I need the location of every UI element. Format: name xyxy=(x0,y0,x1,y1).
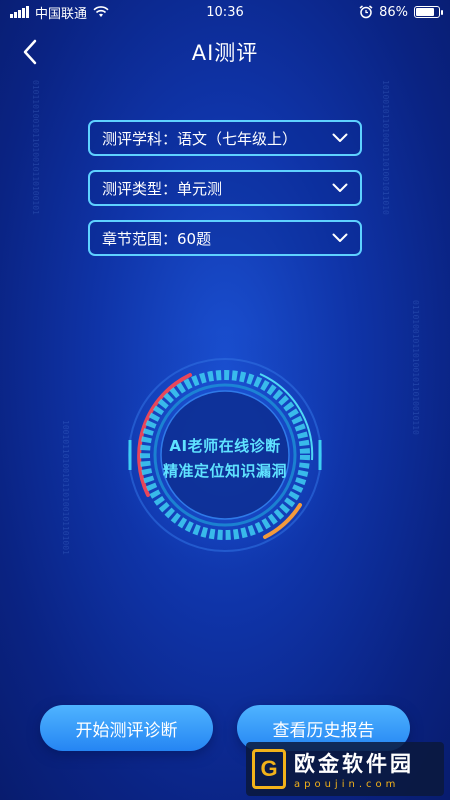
chapter-selector[interactable]: 章节范围： 60题 xyxy=(88,220,362,256)
selector-label: 测评类型： xyxy=(102,179,178,198)
selector-label: 章节范围： xyxy=(102,229,178,248)
background-digit-stream: 0110100101101001011010010110 xyxy=(411,300,420,435)
watermark-url: apoujin.com xyxy=(294,779,400,790)
watermark-logo-icon: G xyxy=(252,749,286,789)
chevron-down-icon xyxy=(332,233,348,242)
chevron-down-icon xyxy=(332,183,348,192)
background-digit-stream: 1001011010010110100101101001 xyxy=(61,420,70,555)
chevron-left-icon xyxy=(23,39,37,65)
battery-icon xyxy=(414,6,443,18)
watermark-title: 欧金软件园 xyxy=(294,752,414,776)
start-diagnosis-button[interactable]: 开始测评诊断 xyxy=(40,705,213,751)
page-title: AI测评 xyxy=(191,41,259,65)
subject-selector[interactable]: 测评学科： 语文（七年级上） xyxy=(88,120,362,156)
dial-line-2: 精准定位知识漏洞 xyxy=(162,462,287,480)
signal-icon xyxy=(10,6,29,18)
battery-percent: 86% xyxy=(379,4,408,20)
chevron-down-icon xyxy=(332,133,348,142)
header: AI测评 xyxy=(0,24,450,80)
selector-label: 测评学科： xyxy=(102,129,178,148)
background-digit-stream: 0101101001011010010110100101 xyxy=(31,80,40,215)
selector-value: 语文（七年级上） xyxy=(177,129,298,148)
battery-fill xyxy=(416,8,435,16)
selector-value: 60题 xyxy=(177,229,212,248)
alarm-clock-icon xyxy=(359,5,373,19)
watermark: G 欧金软件园 apoujin.com xyxy=(246,742,444,796)
ai-diagnosis-dial: AI老师在线诊断 精准定位知识漏洞 xyxy=(100,330,350,580)
wifi-icon xyxy=(93,6,109,17)
carrier-name: 中国联通 xyxy=(35,6,88,22)
background-digit-stream: 1010010110100101101001011010 xyxy=(381,80,390,215)
type-selector[interactable]: 测评类型： 单元测 xyxy=(88,170,362,206)
back-button[interactable] xyxy=(10,32,50,72)
status-bar: 中国联通 10:36 86% xyxy=(0,0,450,24)
selector-value: 单元测 xyxy=(177,179,223,198)
dial-line-1: AI老师在线诊断 xyxy=(169,437,281,455)
